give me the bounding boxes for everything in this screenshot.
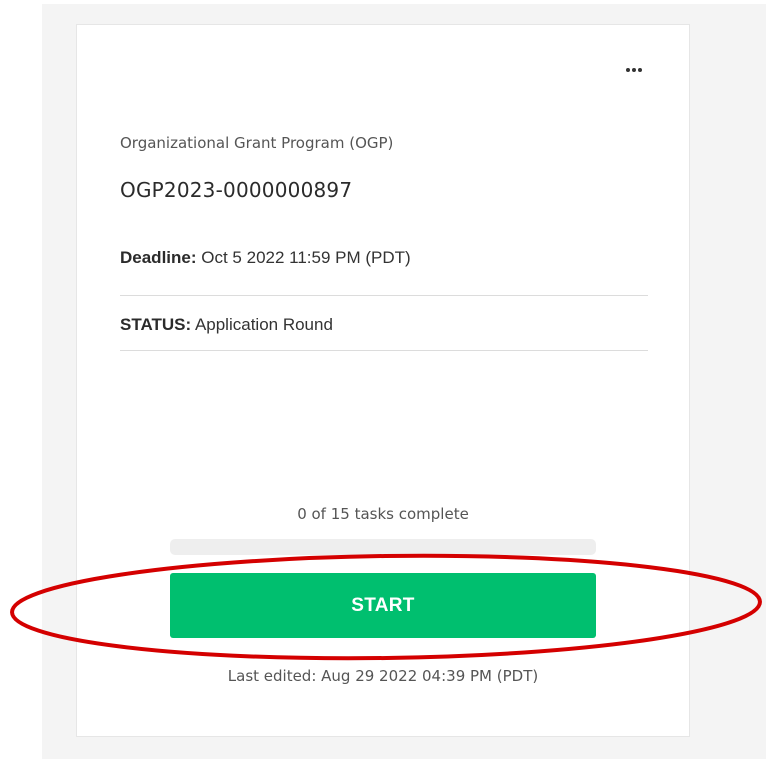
more-options-button[interactable] bbox=[622, 60, 646, 80]
deadline-row: Deadline: Oct 5 2022 11:59 PM (PDT) bbox=[120, 248, 648, 268]
tasks-progress-text: 0 of 15 tasks complete bbox=[297, 505, 469, 523]
divider bbox=[120, 350, 648, 351]
start-button[interactable]: START bbox=[170, 573, 596, 638]
deadline-label: Deadline: bbox=[120, 248, 197, 267]
status-value: Application Round bbox=[194, 315, 333, 334]
more-horizontal-icon bbox=[626, 68, 642, 72]
status-row: STATUS: Application Round bbox=[120, 315, 648, 335]
deadline-value: Oct 5 2022 11:59 PM (PDT) bbox=[201, 248, 411, 267]
program-name: Organizational Grant Program (OGP) bbox=[120, 134, 394, 152]
tasks-progress-bar bbox=[170, 539, 596, 555]
status-label: STATUS: bbox=[120, 315, 192, 334]
application-id: OGP2023-0000000897 bbox=[120, 178, 353, 202]
divider bbox=[120, 295, 648, 296]
last-edited-text: Last edited: Aug 29 2022 04:39 PM (PDT) bbox=[227, 667, 539, 685]
